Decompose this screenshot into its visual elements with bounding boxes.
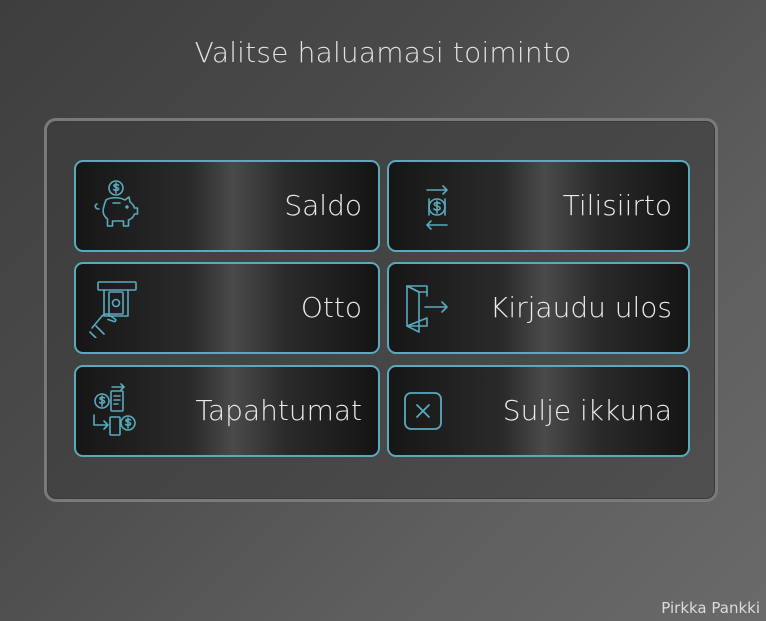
close-window-label: Sulje ikkuna	[502, 394, 672, 427]
logout-label: Kirjaudu ulos	[490, 291, 672, 324]
brand-footer: Pirkka Pankki	[661, 599, 760, 617]
close-box-icon	[399, 383, 461, 441]
logout-door-icon	[399, 280, 461, 338]
logout-button[interactable]: Kirjaudu ulos	[387, 262, 690, 354]
transactions-button[interactable]: Tapahtumat	[74, 365, 380, 457]
balance-label: Saldo	[284, 189, 362, 222]
withdraw-button[interactable]: Otto	[74, 262, 380, 354]
transfer-button[interactable]: Tilisiirto	[387, 160, 690, 252]
close-window-button[interactable]: Sulje ikkuna	[387, 365, 690, 457]
piggy-bank-dollar-icon	[86, 178, 148, 236]
transactions-exchange-icon	[86, 383, 148, 441]
transfer-label: Tilisiirto	[562, 189, 672, 222]
balance-button[interactable]: Saldo	[74, 160, 380, 252]
transactions-label: Tapahtumat	[195, 394, 362, 427]
page-title: Valitse haluamasi toiminto	[194, 36, 572, 69]
withdraw-label: Otto	[300, 291, 362, 324]
transfer-dollar-icon	[399, 178, 461, 236]
atm-cash-withdraw-icon	[86, 280, 148, 338]
